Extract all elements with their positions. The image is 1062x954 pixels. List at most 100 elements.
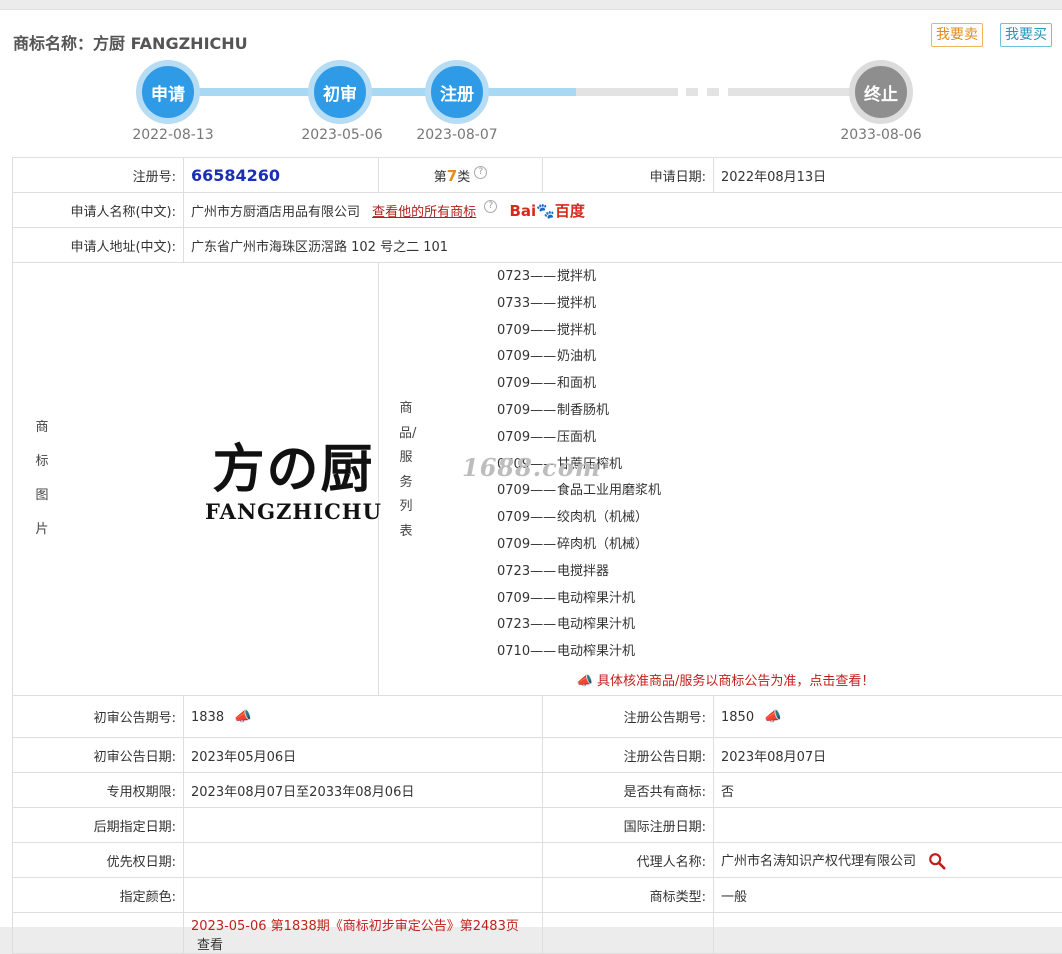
list-item: 0709——压面机 (497, 425, 1062, 452)
watermark: 1688.com (462, 453, 601, 482)
empty-value (714, 913, 1062, 954)
list-item: 0709——碎肉机（机械） (497, 532, 1062, 559)
megaphone-icon[interactable]: 📣 (764, 709, 781, 725)
goods-code: 0709—— (497, 398, 557, 425)
timeline-node-end: 终止 (849, 60, 913, 124)
timeline-node-apply: 申请 (136, 60, 200, 124)
table-row: 后期指定日期: 国际注册日期: (13, 808, 1062, 843)
intl-date-value (714, 808, 1062, 843)
prelim-no-label: 初审公告期号: (13, 696, 184, 738)
goods-name: 搅拌机 (557, 323, 596, 338)
view-all-trademarks-link[interactable]: 查看他的所有商标 (372, 205, 476, 220)
table-row: 2023-05-06 第1838期《商标初步审定公告》第2483页 查看 (13, 913, 1062, 954)
class-prefix: 第 (434, 170, 447, 185)
goods-name: 碎肉机（机械） (557, 537, 648, 552)
table-row: 申请人地址(中文): 广东省广州市海珠区沥滘路 102 号之二 101 (13, 228, 1062, 263)
class-cell: 第7类? (379, 158, 543, 193)
reg-no-label: 注册号: (13, 158, 184, 193)
bottom-view-link[interactable]: 查看 (197, 938, 223, 953)
bottom-announcement: 2023-05-06 第1838期《商标初步审定公告》第2483页 (191, 919, 519, 934)
color-label: 指定颜色: (13, 878, 184, 913)
timeline-bar-dash-2 (707, 88, 719, 96)
timeline-node-register: 注册 (425, 60, 489, 124)
goods-code: 0709—— (497, 425, 557, 452)
term-label: 专用权期限: (13, 773, 184, 808)
list-item: 0709——绞肉机（机械） (497, 505, 1062, 532)
applicant-label: 申请人名称(中文): (13, 193, 184, 228)
term-value: 2023年08月07日至2033年08月06日 (184, 773, 543, 808)
goods-code: 0709—— (497, 371, 557, 398)
class-suffix: 类 (457, 170, 470, 185)
later-date-value (184, 808, 543, 843)
goods-name: 食品工业用磨浆机 (557, 483, 661, 498)
timeline-bar-done (170, 88, 576, 96)
help-icon[interactable]: ? (474, 166, 487, 179)
goods-name: 压面机 (557, 430, 596, 445)
help-icon[interactable]: ? (484, 200, 497, 213)
trademark-info-table: 注册号: 66584260 第7类? 申请日期: 2022年08月13日 申请人… (12, 157, 1062, 954)
goods-label-vertical: 商品/服务列表 (399, 397, 413, 545)
reg-ann-date-value: 2023年08月07日 (714, 738, 1062, 773)
timeline-node-prelim: 初审 (308, 60, 372, 124)
list-item: 0733——搅拌机 (497, 291, 1062, 318)
shared-label: 是否共有商标: (543, 773, 714, 808)
image-label-vertical: 商标图片 (35, 411, 49, 547)
reg-no-cell: 66584260 (184, 158, 379, 193)
type-label: 商标类型: (543, 878, 714, 913)
megaphone-icon[interactable]: 📣 (234, 709, 251, 725)
list-item: 0709——奶油机 (497, 344, 1062, 371)
apply-date-label: 申请日期: (543, 158, 714, 193)
trademark-panel: 商标名称：方厨 FANGZHICHU 我要卖 我要买 申请 初审 注册 终止 2… (0, 9, 1062, 927)
agent-label: 代理人名称: (543, 843, 714, 878)
goods-code: 0709—— (497, 586, 557, 613)
table-row: 注册号: 66584260 第7类? 申请日期: 2022年08月13日 (13, 158, 1062, 193)
goods-name: 电搅拌器 (557, 564, 609, 579)
logo-chinese: 方の厨 (205, 441, 382, 499)
goods-notice[interactable]: 📣 具体核准商品/服务以商标公告为准，点击查看！ (379, 670, 1062, 689)
timeline-date-apply: 2022-08-13 (113, 127, 233, 143)
list-item: 0710——电动榨果汁机 (497, 639, 1062, 666)
priority-date-label: 优先权日期: (13, 843, 184, 878)
color-value (184, 878, 543, 913)
intl-date-label: 国际注册日期: (543, 808, 714, 843)
table-row: 初审公告期号: 1838 📣 注册公告期号: 1850📣 (13, 696, 1062, 738)
image-label: 商标图片 (35, 411, 49, 547)
table-row: 指定颜色: 商标类型: 一般 (13, 878, 1062, 913)
sell-button[interactable]: 我要卖 (931, 23, 983, 47)
address-label: 申请人地址(中文): (13, 228, 184, 263)
later-date-label: 后期指定日期: (13, 808, 184, 843)
page-title: 商标名称：方厨 FANGZHICHU (13, 30, 248, 54)
goods-name: 搅拌机 (557, 296, 596, 311)
buy-button[interactable]: 我要买 (1000, 23, 1052, 47)
prelim-no-cell: 1838 📣 (184, 696, 543, 738)
search-icon[interactable] (928, 852, 946, 870)
goods-code: 0709—— (497, 532, 557, 559)
empty-label (13, 913, 184, 954)
goods-code: 0709—— (497, 505, 557, 532)
reg-ann-no-cell: 1850📣 (714, 696, 1062, 738)
list-item: 0723——搅拌机 (497, 264, 1062, 291)
goods-code: 0709—— (497, 344, 557, 371)
agent-value: 广州市名涛知识产权代理有限公司 (721, 854, 916, 869)
list-item: 0709——和面机 (497, 371, 1062, 398)
priority-date-value (184, 843, 543, 878)
baidu-logo-icon[interactable]: Bai🐾百度 (509, 202, 584, 220)
empty-label (543, 913, 714, 954)
list-item: 0709——搅拌机 (497, 318, 1062, 345)
goods-code: 0709—— (497, 318, 557, 345)
shared-value: 否 (714, 773, 1062, 808)
reg-ann-no-label: 注册公告期号: (543, 696, 714, 738)
timeline-date-end: 2033-08-06 (821, 127, 941, 143)
type-value: 一般 (714, 878, 1062, 913)
prelim-no-value: 1838 (191, 710, 224, 725)
goods-code: 0723—— (497, 559, 557, 586)
goods-code: 0733—— (497, 291, 557, 318)
reg-no-value: 66584260 (191, 166, 280, 185)
goods-name: 绞肉机（机械） (557, 510, 648, 525)
goods-code: 0709—— (497, 478, 557, 505)
timeline-bar-dash-1 (686, 88, 698, 96)
table-row: 优先权日期: 代理人名称: 广州市名涛知识产权代理有限公司 (13, 843, 1062, 878)
goods-name: 电动榨果汁机 (557, 644, 635, 659)
table-row: 专用权期限: 2023年08月07日至2033年08月06日 是否共有商标: 否 (13, 773, 1062, 808)
trademark-logo: 方の厨 FANGZHICHU (205, 441, 382, 524)
